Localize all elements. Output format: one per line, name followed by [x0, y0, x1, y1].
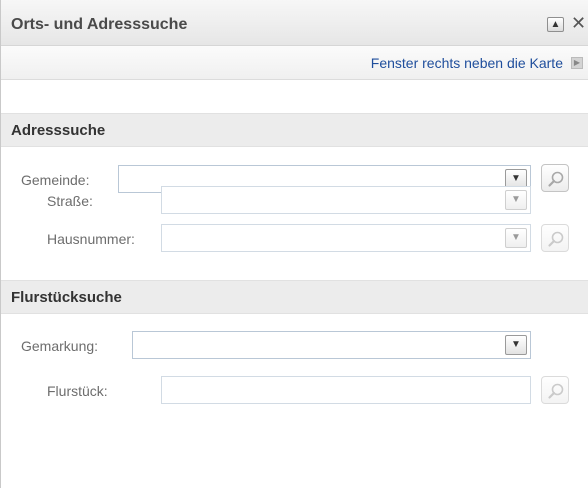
gemarkung-label: Gemarkung: — [21, 338, 99, 354]
hausnummer-label: Hausnummer: — [47, 231, 135, 247]
gemarkung-dropdown-button[interactable]: ▼ — [505, 335, 527, 355]
strasse-dropdown-button[interactable]: ▼ — [505, 190, 527, 210]
strasse-combobox[interactable]: ▼ — [161, 186, 531, 214]
window-titlebar[interactable]: Orts- und Adresssuche ▲ ✕ — [1, 0, 588, 46]
gemarkung-combobox[interactable]: ▼ — [132, 331, 531, 359]
parcel-search-header[interactable]: Flurstücksuche — [1, 280, 588, 314]
parcel-search-button[interactable] — [541, 376, 569, 404]
collapse-button[interactable]: ▲ — [547, 17, 564, 32]
collapse-icon: ▲ — [550, 19, 561, 30]
chevron-down-icon: ▼ — [511, 339, 521, 350]
dock-right-icon[interactable]: ▶ — [571, 57, 583, 69]
hausnummer-combobox[interactable]: ▼ — [161, 224, 531, 252]
close-icon[interactable]: ✕ — [571, 14, 586, 32]
flurstueck-label: Flurstück: — [47, 383, 108, 399]
flurstueck-input[interactable] — [161, 376, 531, 404]
magnifier-icon — [548, 231, 564, 247]
chevron-down-icon: ▼ — [511, 173, 521, 184]
window-title: Orts- und Adresssuche — [11, 16, 188, 33]
address-search-header[interactable]: Adresssuche — [1, 113, 588, 147]
magnifier-icon — [548, 383, 564, 399]
strasse-label: Straße: — [47, 193, 93, 209]
parcel-search-title: Flurstücksuche — [11, 289, 122, 306]
gemeinde-search-button[interactable] — [541, 164, 569, 192]
address-search-title: Adresssuche — [11, 122, 106, 139]
chevron-down-icon: ▼ — [511, 194, 521, 205]
address-search-button[interactable] — [541, 224, 569, 252]
gemeinde-label: Gemeinde: — [21, 172, 90, 188]
hausnummer-dropdown-button[interactable]: ▼ — [505, 228, 527, 248]
magnifier-icon — [548, 171, 564, 187]
dock-right-link[interactable]: Fenster rechts neben die Karte — [371, 55, 563, 71]
address-search-window: Orts- und Adresssuche ▲ ✕ Fenster rechts… — [0, 0, 588, 488]
chevron-down-icon: ▼ — [511, 232, 521, 243]
dock-toolbar: Fenster rechts neben die Karte ▶ — [1, 46, 588, 80]
